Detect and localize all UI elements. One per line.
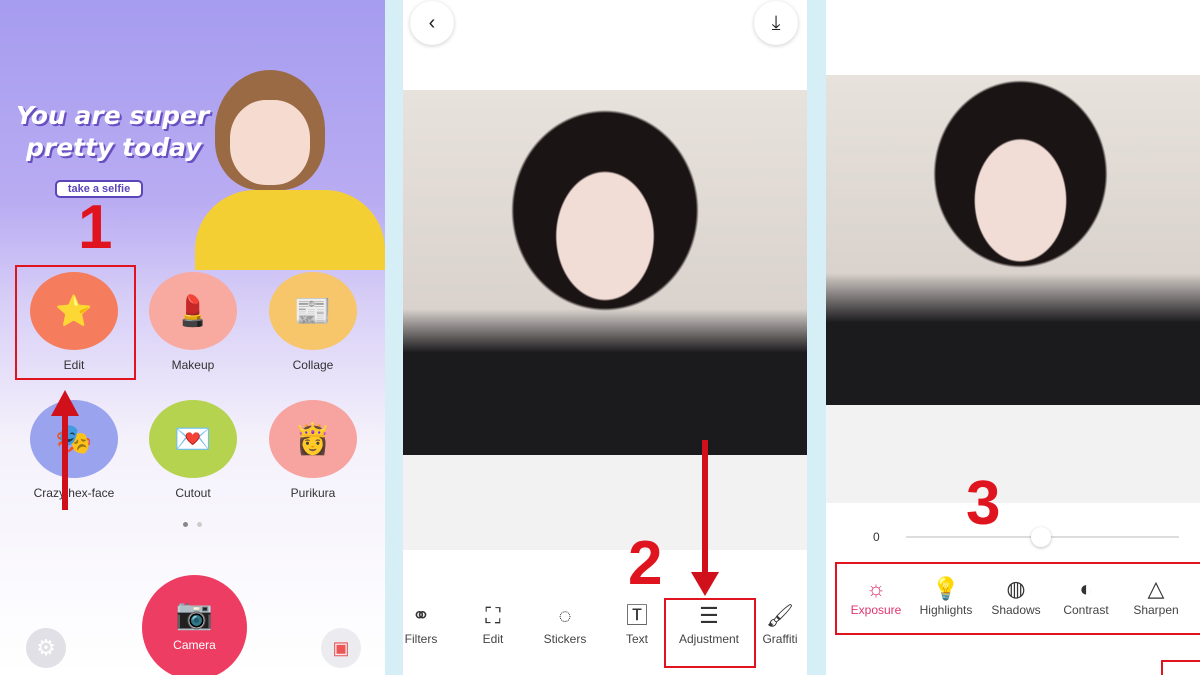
- text-icon: 🅃: [625, 603, 648, 628]
- tile-cutout[interactable]: 💌 Cutout: [138, 400, 248, 500]
- collage-icon: 📰: [269, 272, 357, 350]
- highlight-box-adjustments: [835, 562, 1200, 635]
- page-dot[interactable]: [197, 522, 202, 527]
- highlight-box-partial: [1161, 660, 1200, 675]
- adjusted-photo: [826, 75, 1200, 405]
- page-dot-active[interactable]: [183, 522, 188, 527]
- tile-label: Makeup: [171, 358, 215, 372]
- banner-model-image: [195, 60, 385, 270]
- sticker-icon: ◌: [558, 603, 572, 628]
- editor-screen: ‹ ⤓ ⚭ Filters ⛶ Edit ◌ Stickers 🅃 Text ☰ Adju…: [403, 0, 807, 675]
- highlight-box-adjustment: [664, 598, 756, 668]
- tile-label: Crazy hex-face: [33, 486, 115, 500]
- tool-label: Edit: [482, 632, 504, 646]
- camera-icon: 📷: [175, 598, 214, 631]
- edited-photo: [403, 90, 807, 455]
- tool-filters[interactable]: ⚭ Filters: [403, 600, 456, 646]
- camera-button[interactable]: 📷 Camera: [142, 575, 247, 675]
- step-number-1: 1: [78, 193, 113, 262]
- arrow-down-to-adjustment: [702, 440, 708, 575]
- tile-label: Collage: [292, 358, 334, 372]
- back-chevron-icon[interactable]: ‹: [410, 1, 454, 45]
- highlight-box-edit: [15, 265, 136, 380]
- adjustment-screen: 3 0 ☼ Exposure 💡 Highlights ◍ Shadows ◐ Cont…: [826, 0, 1200, 675]
- arrow-head: [51, 390, 79, 416]
- settings-gear-icon[interactable]: ⚙: [26, 628, 66, 668]
- step-number-3: 3: [966, 469, 1001, 538]
- canvas-background: [826, 405, 1200, 503]
- slider-value: 0: [873, 530, 880, 544]
- tool-label: Filters: [404, 632, 438, 646]
- step-number-2: 2: [628, 529, 663, 598]
- canvas-background: [403, 455, 807, 550]
- store-icon[interactable]: ▣: [321, 628, 361, 668]
- arrow-up-to-edit: [62, 405, 68, 510]
- tile-label: Purikura: [290, 486, 336, 500]
- tool-edit[interactable]: ⛶ Edit: [458, 600, 528, 646]
- filters-icon: ⚭: [411, 603, 431, 628]
- tile-collage[interactable]: 📰 Collage: [258, 272, 368, 372]
- tile-label: Cutout: [175, 486, 211, 500]
- tool-stickers[interactable]: ◌ Stickers: [530, 600, 600, 646]
- princess-icon: 👸: [269, 400, 357, 478]
- heart-card-icon: 💌: [149, 400, 237, 478]
- arrow-head: [691, 572, 719, 596]
- slider-thumb[interactable]: [1031, 527, 1051, 547]
- banner-line-2: pretty today: [26, 133, 202, 162]
- download-icon[interactable]: ⤓: [754, 1, 798, 45]
- banner-headline: You are super pretty today: [16, 100, 209, 164]
- tile-purikura[interactable]: 👸 Purikura: [258, 400, 368, 500]
- banner-line-1: You are super: [16, 101, 210, 130]
- tile-makeup[interactable]: 💄 Makeup: [138, 272, 248, 372]
- home-screen: You are super pretty today take a selfie…: [0, 0, 385, 675]
- camera-label: Camera: [173, 638, 216, 652]
- crop-icon: ⛶: [485, 603, 501, 628]
- tool-label: Stickers: [543, 632, 587, 646]
- tool-text[interactable]: 🅃 Text: [602, 600, 672, 646]
- lipstick-icon: 💄: [149, 272, 237, 350]
- tool-label: Text: [625, 632, 648, 646]
